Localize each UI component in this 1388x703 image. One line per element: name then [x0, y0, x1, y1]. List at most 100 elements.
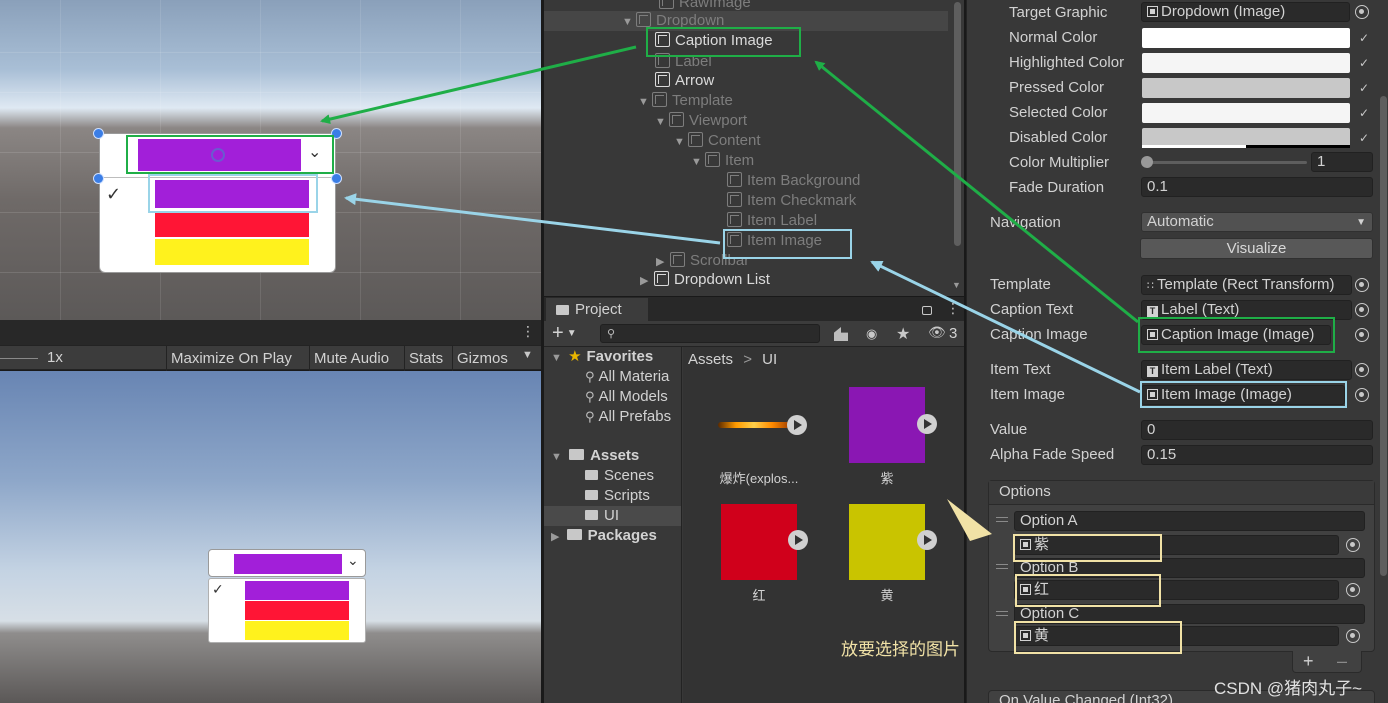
- game-item-red[interactable]: [245, 601, 349, 620]
- hierarchy-item-template[interactable]: ▼ Template: [638, 91, 733, 111]
- alpha-fade-speed-field[interactable]: 0.15: [1141, 445, 1373, 465]
- highlighted-color-swatch[interactable]: [1142, 53, 1350, 73]
- gizmos-button[interactable]: Gizmos: [452, 346, 532, 371]
- eyedropper-icon[interactable]: ✓: [1356, 55, 1372, 71]
- assets-folder[interactable]: ▼ Assets: [551, 446, 639, 466]
- folder-item-ui[interactable]: UI: [585, 506, 619, 526]
- scroll-down-icon[interactable]: ▼: [952, 280, 961, 290]
- scale-slider[interactable]: [0, 358, 38, 359]
- eyedropper-icon[interactable]: ✓: [1356, 105, 1372, 121]
- collapse-arrow-icon[interactable]: ▶: [640, 271, 654, 291]
- expand-arrow-icon[interactable]: ▼: [674, 132, 688, 152]
- tag-icon[interactable]: ◉: [866, 326, 877, 342]
- color-multiplier-field[interactable]: 1: [1311, 152, 1373, 172]
- rect-handle-mid-right[interactable]: [331, 173, 342, 184]
- object-picker-icon[interactable]: [1346, 538, 1360, 552]
- item-text-field[interactable]: T Item Label (Text): [1141, 360, 1352, 380]
- favorite-item[interactable]: ⚲ All Prefabs: [585, 407, 671, 427]
- inspector-scrollbar-thumb[interactable]: [1380, 96, 1387, 576]
- expand-arrow-icon[interactable]: ▼: [551, 352, 562, 364]
- disabled-color-swatch[interactable]: [1142, 128, 1350, 148]
- hierarchy-scrollbar-thumb[interactable]: [954, 2, 961, 246]
- eyedropper-icon[interactable]: ✓: [1356, 130, 1372, 146]
- pressed-color-swatch[interactable]: [1142, 78, 1350, 98]
- tab-project[interactable]: Project: [546, 298, 648, 322]
- expand-arrow-icon[interactable]: ▼: [638, 92, 652, 112]
- game-dropdown[interactable]: ⌄ ✓: [208, 549, 366, 643]
- color-multiplier-slider-thumb[interactable]: [1141, 156, 1153, 168]
- color-multiplier-slider-track[interactable]: [1143, 161, 1307, 164]
- expand-arrow-icon[interactable]: ▼: [551, 451, 562, 463]
- object-picker-icon[interactable]: [1355, 5, 1369, 19]
- lock-icon[interactable]: [922, 306, 932, 315]
- asset-red[interactable]: 红: [721, 504, 808, 604]
- play-icon[interactable]: [787, 415, 807, 435]
- fade-duration-field[interactable]: 0.1: [1141, 177, 1373, 197]
- project-search-input[interactable]: ⚲: [600, 324, 820, 343]
- object-picker-icon[interactable]: [1355, 363, 1369, 377]
- visualize-button[interactable]: Visualize: [1140, 238, 1373, 259]
- favorites-header[interactable]: ▼ ★ Favorites: [551, 347, 653, 367]
- template-field[interactable]: ∷ Template (Rect Transform): [1141, 275, 1352, 295]
- expand-arrow-icon[interactable]: ▼: [691, 152, 705, 172]
- game-item-purple[interactable]: [245, 581, 349, 600]
- stats-button[interactable]: Stats: [404, 346, 447, 371]
- play-icon[interactable]: [917, 530, 937, 550]
- object-picker-icon[interactable]: [1355, 328, 1369, 342]
- navigation-dropdown[interactable]: Automatic ▼: [1141, 212, 1373, 232]
- game-dropdown-caption[interactable]: ⌄: [208, 549, 366, 577]
- breadcrumb-assets[interactable]: Assets: [688, 351, 733, 368]
- hierarchy-item-arrow[interactable]: Arrow: [655, 71, 714, 91]
- game-item-yellow[interactable]: [245, 621, 349, 640]
- hierarchy-item-dropdown-list[interactable]: ▶ Dropdown List: [640, 270, 770, 290]
- asset-purple[interactable]: 紫: [849, 387, 937, 487]
- asset-explosion[interactable]: 爆炸(explos...: [714, 385, 807, 487]
- folder-item-scripts[interactable]: Scripts: [585, 486, 650, 506]
- favorite-item[interactable]: ⚲ All Materia: [585, 367, 669, 387]
- eyedropper-icon[interactable]: ✓: [1356, 30, 1372, 46]
- expand-arrow-icon[interactable]: ▼: [655, 112, 669, 132]
- object-picker-icon[interactable]: [1346, 629, 1360, 643]
- rect-handle-top-left[interactable]: [93, 128, 104, 139]
- hierarchy-item-item-background[interactable]: Item Background: [727, 171, 860, 191]
- object-picker-icon[interactable]: [1355, 388, 1369, 402]
- hidden-packages-icon[interactable]: 👁: [928, 324, 946, 341]
- normal-color-swatch[interactable]: [1142, 28, 1350, 48]
- star-icon[interactable]: ★: [896, 324, 910, 344]
- target-graphic-field[interactable]: Dropdown (Image): [1141, 2, 1350, 22]
- value-field[interactable]: 0: [1141, 420, 1373, 440]
- hierarchy-scrollbar[interactable]: ▼: [950, 0, 964, 296]
- hierarchy-item-item[interactable]: ▼ Item: [691, 151, 754, 171]
- more-options-icon[interactable]: ⋮: [521, 323, 535, 340]
- rect-handle-mid-left[interactable]: [93, 173, 104, 184]
- selected-color-swatch[interactable]: [1142, 103, 1350, 123]
- more-options-icon[interactable]: ⋮: [946, 300, 960, 317]
- packages-folder[interactable]: ▶ Packages: [551, 526, 657, 546]
- drag-handle-icon[interactable]: [996, 517, 1008, 522]
- add-create-button[interactable]: + ▼: [552, 322, 577, 345]
- folder-item-scenes[interactable]: Scenes: [585, 466, 654, 486]
- maximize-on-play-button[interactable]: Maximize On Play: [166, 346, 296, 371]
- expand-arrow-icon[interactable]: ▼: [622, 12, 636, 32]
- hierarchy-item-item-checkmark[interactable]: Item Checkmark: [727, 191, 856, 211]
- object-picker-icon[interactable]: [1355, 303, 1369, 317]
- remove-option-button[interactable]: –: [1337, 651, 1347, 671]
- game-view[interactable]: [0, 371, 541, 703]
- object-picker-icon[interactable]: [1355, 278, 1369, 292]
- object-picker-icon[interactable]: [1346, 583, 1360, 597]
- filter-by-type-icon[interactable]: [834, 327, 848, 341]
- breadcrumb-ui[interactable]: UI: [762, 351, 777, 368]
- hierarchy-item-item-label[interactable]: Item Label: [727, 211, 817, 231]
- hierarchy-item-viewport[interactable]: ▼ Viewport: [655, 111, 747, 131]
- play-icon[interactable]: [917, 414, 937, 434]
- asset-yellow[interactable]: 黄: [849, 504, 937, 604]
- favorite-item[interactable]: ⚲ All Models: [585, 387, 668, 407]
- hierarchy-item-content[interactable]: ▼ Content: [674, 131, 761, 151]
- collapse-arrow-icon[interactable]: ▶: [656, 252, 670, 272]
- eyedropper-icon[interactable]: ✓: [1356, 80, 1372, 96]
- collapse-arrow-icon[interactable]: ▶: [551, 531, 559, 543]
- play-icon[interactable]: [788, 530, 808, 550]
- drag-handle-icon[interactable]: [996, 611, 1008, 616]
- gizmos-dropdown-icon[interactable]: ▼: [522, 349, 533, 361]
- add-option-button[interactable]: +: [1303, 651, 1314, 671]
